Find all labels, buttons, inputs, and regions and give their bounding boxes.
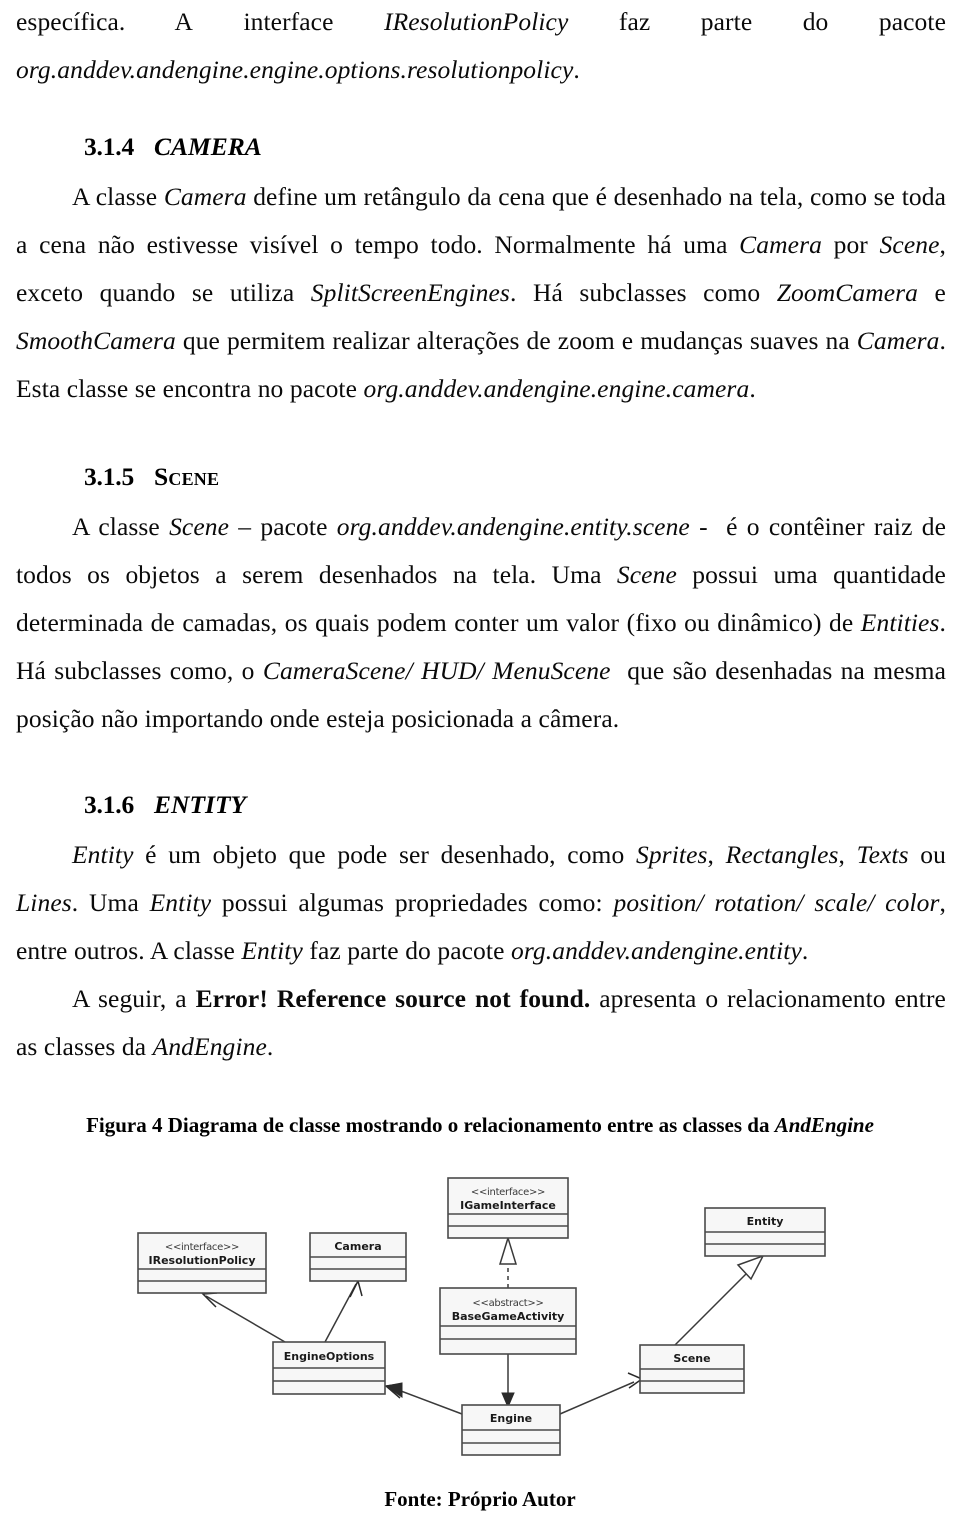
- heading-3-1-5: 3.1.5 Scene: [84, 462, 219, 492]
- uml-class-entity[interactable]: Entity: [704, 1207, 826, 1257]
- heading-3-1-5-title: Scene: [154, 462, 220, 491]
- paragraph-camera-body: A classe Camera define um retângulo da c…: [16, 173, 946, 413]
- paragraph-entity-text: Entity é um objeto que pode ser desenhad…: [16, 840, 946, 965]
- uml-class-name: BaseGameActivity: [452, 1310, 565, 1323]
- relation-scene-entity: [674, 1254, 765, 1346]
- relation-engineoptions-camera: [324, 1278, 363, 1343]
- relation-engine-scene: [559, 1372, 644, 1415]
- uml-class-name: IGameInterface: [460, 1199, 556, 1212]
- uml-class-diagram: <<interface>> IResolutionPolicy Camera <…: [110, 1160, 870, 1480]
- heading-3-1-6-number: 3.1.6: [84, 790, 135, 819]
- relation-basegameactivity-igameinterface: [498, 1235, 518, 1288]
- relation-basegameactivity-engine: [501, 1354, 515, 1409]
- paragraph-scene-text: A classe Scene – pacote org.anddev.anden…: [16, 512, 947, 733]
- uml-class-name: Camera: [334, 1240, 381, 1253]
- uml-class-engine[interactable]: Engine: [461, 1404, 561, 1456]
- uml-class-scene[interactable]: Scene: [639, 1344, 745, 1394]
- paragraph-figure-intro: A seguir, a Error! Reference source not …: [16, 975, 946, 1071]
- uml-class-name: Scene: [673, 1352, 710, 1365]
- paragraph-camera-text: A classe Camera define um retângulo da c…: [16, 182, 947, 403]
- relation-engine-engineoptions: [384, 1382, 463, 1415]
- paragraph-intro-text: específica. A interface IResolutionPolic…: [16, 7, 947, 84]
- figure-caption: Figura 4 Diagrama de classe mostrando o …: [0, 1113, 960, 1138]
- uml-class-igameinterface[interactable]: <<interface>> IGameInterface: [447, 1177, 569, 1239]
- uml-class-name: Entity: [747, 1215, 784, 1228]
- figure-source: Fonte: Próprio Autor: [384, 1487, 576, 1511]
- paragraph-scene-body: A classe Scene – pacote org.anddev.anden…: [16, 503, 946, 743]
- document-page: específica. A interface IResolutionPolic…: [0, 0, 960, 1531]
- uml-stereotype-label: <<interface>>: [471, 1187, 545, 1198]
- uml-class-basegameactivity[interactable]: <<abstract>> BaseGameActivity: [439, 1287, 577, 1355]
- paragraph-intro-continued: específica. A interface IResolutionPolic…: [16, 0, 946, 94]
- heading-3-1-6-title: ENTITY: [154, 790, 247, 819]
- uml-class-engineoptions[interactable]: EngineOptions: [272, 1341, 386, 1395]
- uml-class-iresolutionpolicy[interactable]: <<interface>> IResolutionPolicy: [137, 1232, 267, 1294]
- uml-stereotype-label: <<interface>>: [165, 1242, 239, 1253]
- heading-3-1-6: 3.1.6 ENTITY: [84, 790, 246, 820]
- uml-class-name: Engine: [490, 1412, 532, 1425]
- uml-class-name: EngineOptions: [284, 1350, 375, 1363]
- heading-3-1-5-number: 3.1.5: [84, 462, 135, 491]
- uml-class-camera[interactable]: Camera: [309, 1232, 407, 1282]
- figure-caption-prefix: Figura 4 Diagrama de classe mostrando o …: [86, 1113, 775, 1137]
- relation-engineoptions-iresolutionpolicy: [201, 1292, 286, 1343]
- paragraph-figure-intro-text: A seguir, a Error! Reference source not …: [16, 984, 946, 1061]
- heading-3-1-4: 3.1.4 CAMERA: [84, 132, 262, 162]
- uml-class-name: IResolutionPolicy: [149, 1254, 256, 1267]
- paragraph-entity-body: Entity é um objeto que pode ser desenhad…: [16, 831, 946, 975]
- uml-stereotype-label: <<abstract>>: [472, 1298, 543, 1309]
- heading-3-1-4-title: CAMERA: [154, 132, 262, 161]
- figure-caption-italic: AndEngine: [774, 1113, 874, 1137]
- heading-3-1-4-number: 3.1.4: [84, 132, 135, 161]
